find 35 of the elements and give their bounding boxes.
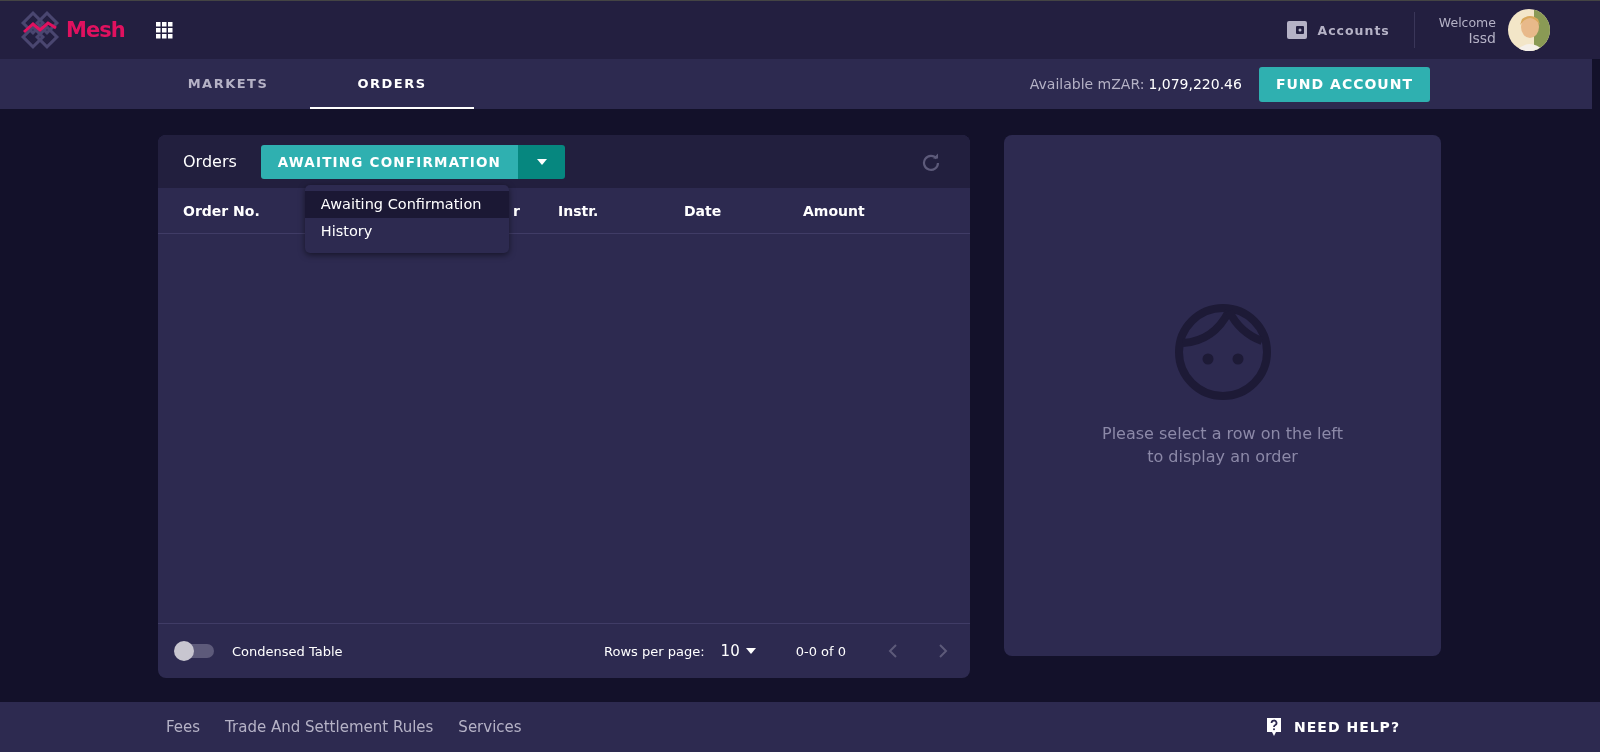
caret-icon: [745, 648, 756, 654]
orders-title: Orders: [183, 152, 237, 171]
footer-link[interactable]: Fees: [166, 718, 201, 736]
rows-per-page-select[interactable]: 10: [720, 642, 756, 660]
rows-per-page-label: Rows per page:: [604, 643, 705, 659]
nav-tab[interactable]: MARKETS: [146, 59, 310, 109]
welcome-label: Welcome: [1438, 14, 1496, 30]
menu-item[interactable]: Awaiting Confirmation: [304, 190, 509, 218]
page-range: 0-0 of 0: [795, 643, 846, 659]
help-icon: [1266, 717, 1283, 737]
need-help-button[interactable]: NEED HELP?: [1266, 717, 1400, 737]
caret-icon: [536, 158, 547, 165]
wallet-icon: [1286, 21, 1307, 39]
brand-name: Mesh: [66, 18, 125, 42]
refresh-icon[interactable]: [922, 152, 940, 171]
footer-link[interactable]: Services: [458, 718, 522, 736]
column-header: Instr.: [558, 202, 599, 219]
condensed-label: Condensed Table: [232, 643, 343, 659]
accounts-button[interactable]: Accounts: [1286, 21, 1390, 39]
logo-icon: [18, 8, 62, 52]
column-header: Date: [684, 202, 722, 219]
balance-label: Available mZAR:: [1029, 76, 1145, 92]
nav-tab[interactable]: ORDERS: [310, 59, 474, 109]
column-header: Amount: [803, 202, 865, 219]
empty-state-message: Please select a row on the left to display an order: [1101, 423, 1344, 468]
face-icon: [1173, 303, 1272, 402]
footer-link[interactable]: Trade And Settlement Rules: [225, 718, 434, 736]
condensed-toggle[interactable]: [176, 644, 214, 658]
column-header: Order No.: [183, 202, 260, 219]
apps-grid-icon[interactable]: [154, 21, 173, 39]
dropdown-toggle-button[interactable]: [518, 144, 566, 179]
menu-item[interactable]: History: [304, 217, 509, 245]
balance-value: 1,079,220.46: [1148, 76, 1242, 92]
column-header: r: [513, 202, 520, 219]
user-name: Issd: [1468, 29, 1496, 46]
